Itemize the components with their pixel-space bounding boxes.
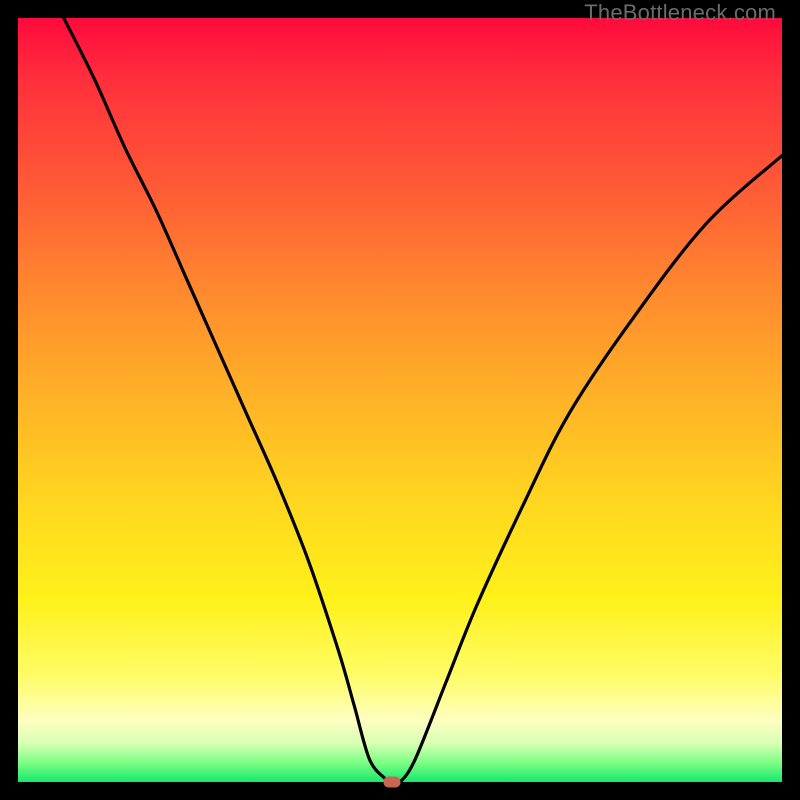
- optimal-marker: [384, 777, 401, 788]
- watermark-text: TheBottleneck.com: [584, 0, 776, 26]
- chart-frame: [18, 18, 782, 782]
- bottleneck-curve: [18, 18, 782, 782]
